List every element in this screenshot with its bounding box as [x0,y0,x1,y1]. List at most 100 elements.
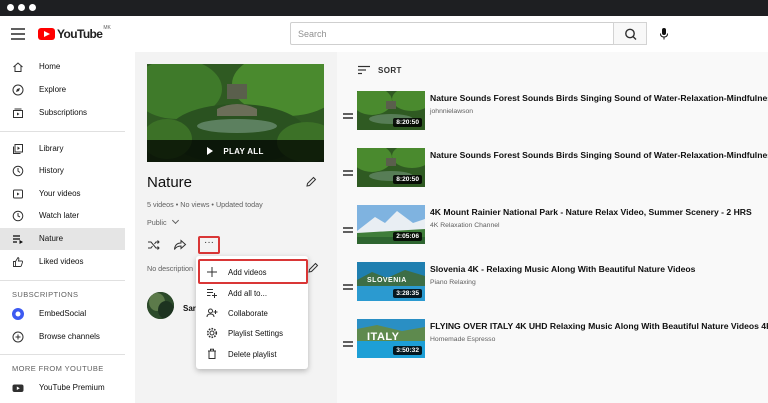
playlist-row[interactable]: 8:20:50 Nature Sounds Forest Sounds Bird… [337,91,768,147]
edit-description-pencil-icon[interactable] [307,262,319,274]
video-channel[interactable]: Homemade Espresso [430,336,495,343]
menu-item-collaborate[interactable]: Collaborate [196,303,308,323]
add-circle-icon [12,331,24,343]
video-channel[interactable]: 4K Relaxation Channel [430,222,500,229]
play-all-label: PLAY ALL [223,146,264,156]
video-title[interactable]: Slovenia 4K - Relaxing Music Along With … [430,264,768,274]
owner-avatar[interactable] [147,292,174,319]
play-icon [207,147,214,155]
gear-icon [206,327,218,339]
drag-handle-icon[interactable] [343,170,353,176]
playlist-row[interactable]: SLOVENIA 3:28:35 Slovenia 4K - Relaxing … [337,262,768,318]
window-control-dot[interactable] [18,4,25,11]
menu-item-label: Add all to... [228,289,268,298]
logo-text: YouTube [57,27,103,41]
compass-icon [12,84,24,96]
search-icon [625,28,637,40]
window-titlebar [0,0,768,16]
sidebar-item-explore[interactable]: Explore [0,79,125,101]
window-control-dot[interactable] [29,4,36,11]
duration-badge: 2:05:06 [393,232,422,241]
sidebar-item-youtube-premium[interactable]: YouTube Premium [0,377,125,399]
sidebar-item-browse-channels[interactable]: Browse channels [0,326,125,348]
add-videos-highlight [198,259,308,284]
top-bar: YouTube MK [0,16,768,52]
thumbnail-overlay-text: ITALY [367,331,400,343]
video-thumbnail[interactable]: 2:05:06 [357,205,425,244]
video-title[interactable]: 4K Mount Rainier National Park - Nature … [430,207,768,217]
shuffle-icon[interactable] [147,238,161,252]
sidebar-divider [0,354,125,355]
subscriptions-heading: SUBSCRIPTIONS [12,290,79,299]
menu-item-add-all-to[interactable]: Add all to... [196,283,308,303]
thumbnail-overlay-text: SLOVENIA [367,277,407,284]
playlist-meta: 5 videos • No views • Updated today [147,200,263,209]
video-thumbnail[interactable]: ITALY 3:50:32 [357,319,425,358]
sort-button[interactable]: SORT [358,65,402,75]
sidebar-item-label: Library [39,144,64,153]
sidebar-divider [0,280,125,281]
drag-handle-icon[interactable] [343,113,353,119]
video-channel[interactable]: johnnielawson [430,108,473,115]
playlist-row[interactable]: ITALY 3:50:32 FLYING OVER ITALY 4K UHD R… [337,319,768,375]
video-thumbnail[interactable]: SLOVENIA 3:28:35 [357,262,425,301]
sidebar-item-your-videos[interactable]: Your videos [0,183,125,205]
menu-item-label: Playlist Settings [228,329,284,338]
youtube-logo[interactable]: YouTube MK [38,25,111,42]
search-button[interactable] [613,22,647,45]
thumbs-up-icon [13,256,23,267]
menu-item-label: Delete playlist [228,350,277,359]
search-input[interactable] [291,23,613,44]
playlist-row[interactable]: 8:20:50 Nature Sounds Forest Sounds Bird… [337,148,768,204]
share-icon[interactable] [173,238,187,252]
logo-country-code: MK [103,25,111,31]
privacy-label: Public [147,218,167,227]
playlist-add-icon [207,289,217,298]
sidebar-item-label: Liked videos [39,257,84,266]
playlist-icon [13,235,23,244]
sidebar-item-subscriptions[interactable]: Subscriptions [0,102,125,124]
window-control-dot[interactable] [7,4,14,11]
sidebar-item-label: Explore [39,85,67,94]
duration-badge: 3:28:35 [393,289,422,298]
sidebar-divider [0,131,125,132]
sidebar-item-watch-later[interactable]: Watch later [0,205,125,227]
edit-title-pencil-icon[interactable] [305,176,317,188]
drag-handle-icon[interactable] [343,227,353,233]
sidebar-item-liked-videos[interactable]: Liked videos [0,251,125,273]
sidebar-item-label: Home [39,62,61,71]
sidebar-item-home[interactable]: Home [0,56,125,78]
sidebar-item-embedsocial[interactable]: EmbedSocial [0,303,125,325]
duration-badge: 8:20:50 [393,175,422,184]
sidebar-item-label: YouTube Premium [39,383,105,392]
sidebar-item-label: Browse channels [39,332,100,341]
menu-item-delete-playlist[interactable]: Delete playlist [196,344,308,364]
menu-item-playlist-settings[interactable]: Playlist Settings [196,323,308,343]
video-channel[interactable]: Piano Relaxing [430,279,476,286]
video-thumbnail[interactable]: 8:20:50 [357,148,425,187]
drag-handle-icon[interactable] [343,284,353,290]
privacy-dropdown[interactable]: Public [147,216,179,227]
hamburger-menu-icon[interactable] [11,28,25,40]
duration-badge: 3:50:32 [393,346,422,355]
history-icon [12,165,24,177]
sidebar-item-library[interactable]: Library [0,138,125,160]
chevron-down-icon [171,216,179,225]
video-title[interactable]: Nature Sounds Forest Sounds Birds Singin… [430,150,768,160]
video-title[interactable]: FLYING OVER ITALY 4K UHD Relaxing Music … [430,321,768,331]
sidebar-item-label: Your videos [39,189,81,198]
sidebar-item-label: Nature [39,234,64,243]
playlist-row[interactable]: 2:05:06 4K Mount Rainier National Park -… [337,205,768,261]
more-actions-button[interactable]: ··· [198,236,220,254]
microphone-icon[interactable] [658,27,670,41]
drag-handle-icon[interactable] [343,341,353,347]
sidebar-item-nature[interactable]: Nature [0,228,125,250]
playlist-title: Nature [147,174,193,191]
play-all-button[interactable]: PLAY ALL [147,140,324,162]
playlist-description: No description [147,264,193,273]
video-thumbnail[interactable]: 8:20:50 [357,91,425,130]
sidebar-item-history[interactable]: History [0,160,125,182]
embedsocial-avatar [12,308,24,320]
your-videos-icon [13,189,23,199]
video-title[interactable]: Nature Sounds Forest Sounds Birds Singin… [430,93,768,103]
